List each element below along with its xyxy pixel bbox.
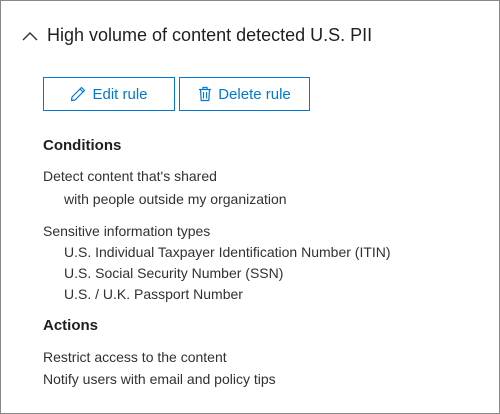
delete-rule-label: Delete rule <box>218 85 291 103</box>
rule-title: High volume of content detected U.S. PII <box>47 25 373 45</box>
sensitive-info-type-item: U.S. Social Security Number (SSN) <box>64 265 284 281</box>
rule-header-toggle[interactable]: High volume of content detected U.S. PII <box>21 25 372 46</box>
trash-icon <box>198 86 212 102</box>
detect-content-value: with people outside my organization <box>64 191 287 207</box>
sensitive-info-type-item: U.S. / U.K. Passport Number <box>64 286 243 302</box>
sensitive-info-types-label: Sensitive information types <box>43 223 211 239</box>
chevron-up-icon <box>21 29 39 43</box>
edit-rule-button[interactable]: Edit rule <box>43 77 175 111</box>
delete-rule-button[interactable]: Delete rule <box>179 77 310 111</box>
edit-rule-label: Edit rule <box>92 85 148 103</box>
detect-content-label: Detect content that's shared <box>43 168 217 184</box>
rule-panel: High volume of content detected U.S. PII… <box>0 0 500 414</box>
sensitive-info-type-item: U.S. Individual Taxpayer Identification … <box>64 244 391 260</box>
pencil-icon <box>70 86 86 102</box>
action-item: Notify users with email and policy tips <box>43 371 276 387</box>
conditions-heading: Conditions <box>43 137 122 154</box>
actions-heading: Actions <box>43 317 99 334</box>
action-item: Restrict access to the content <box>43 349 227 365</box>
